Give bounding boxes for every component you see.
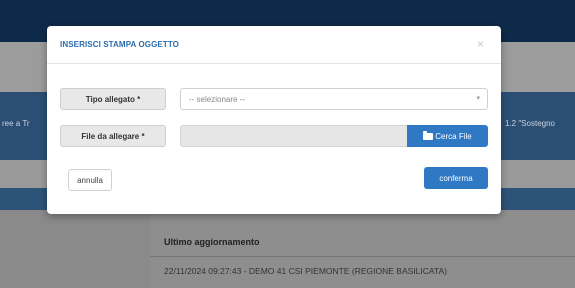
cancel-button[interactable]: annulla <box>68 169 112 191</box>
dialog-title: INSERISCI STAMPA OGGETTO <box>60 40 180 49</box>
dialog-divider <box>47 63 501 64</box>
page-sidebar <box>0 210 150 288</box>
file-attach-label: File da allegare * <box>60 125 166 147</box>
content-divider <box>150 256 575 257</box>
folder-open-icon <box>423 130 434 140</box>
close-icon[interactable]: × <box>477 37 484 51</box>
attachment-type-select[interactable]: -- selezionare -- ▾ <box>180 88 488 110</box>
browse-file-label: Cerca File <box>435 131 472 141</box>
banner-text-right: 1.2 "Sostegno <box>505 119 555 128</box>
attachment-type-label: Tipo allegato * <box>60 88 166 110</box>
insert-print-dialog: INSERISCI STAMPA OGGETTO × Tipo allegato… <box>47 26 501 214</box>
last-update-heading: Ultimo aggiornamento <box>164 237 260 247</box>
browse-file-button[interactable]: Cerca File <box>407 125 488 147</box>
banner-text-left: ree a Tr <box>2 119 30 128</box>
file-path-field[interactable] <box>180 125 408 147</box>
chevron-down-icon: ▾ <box>476 95 480 102</box>
last-update-value: 22/11/2024 09:27:43 - DEMO 41 CSI PIEMON… <box>164 266 447 276</box>
attachment-type-value: -- selezionare -- <box>189 94 246 104</box>
confirm-button[interactable]: conferma <box>424 167 488 189</box>
